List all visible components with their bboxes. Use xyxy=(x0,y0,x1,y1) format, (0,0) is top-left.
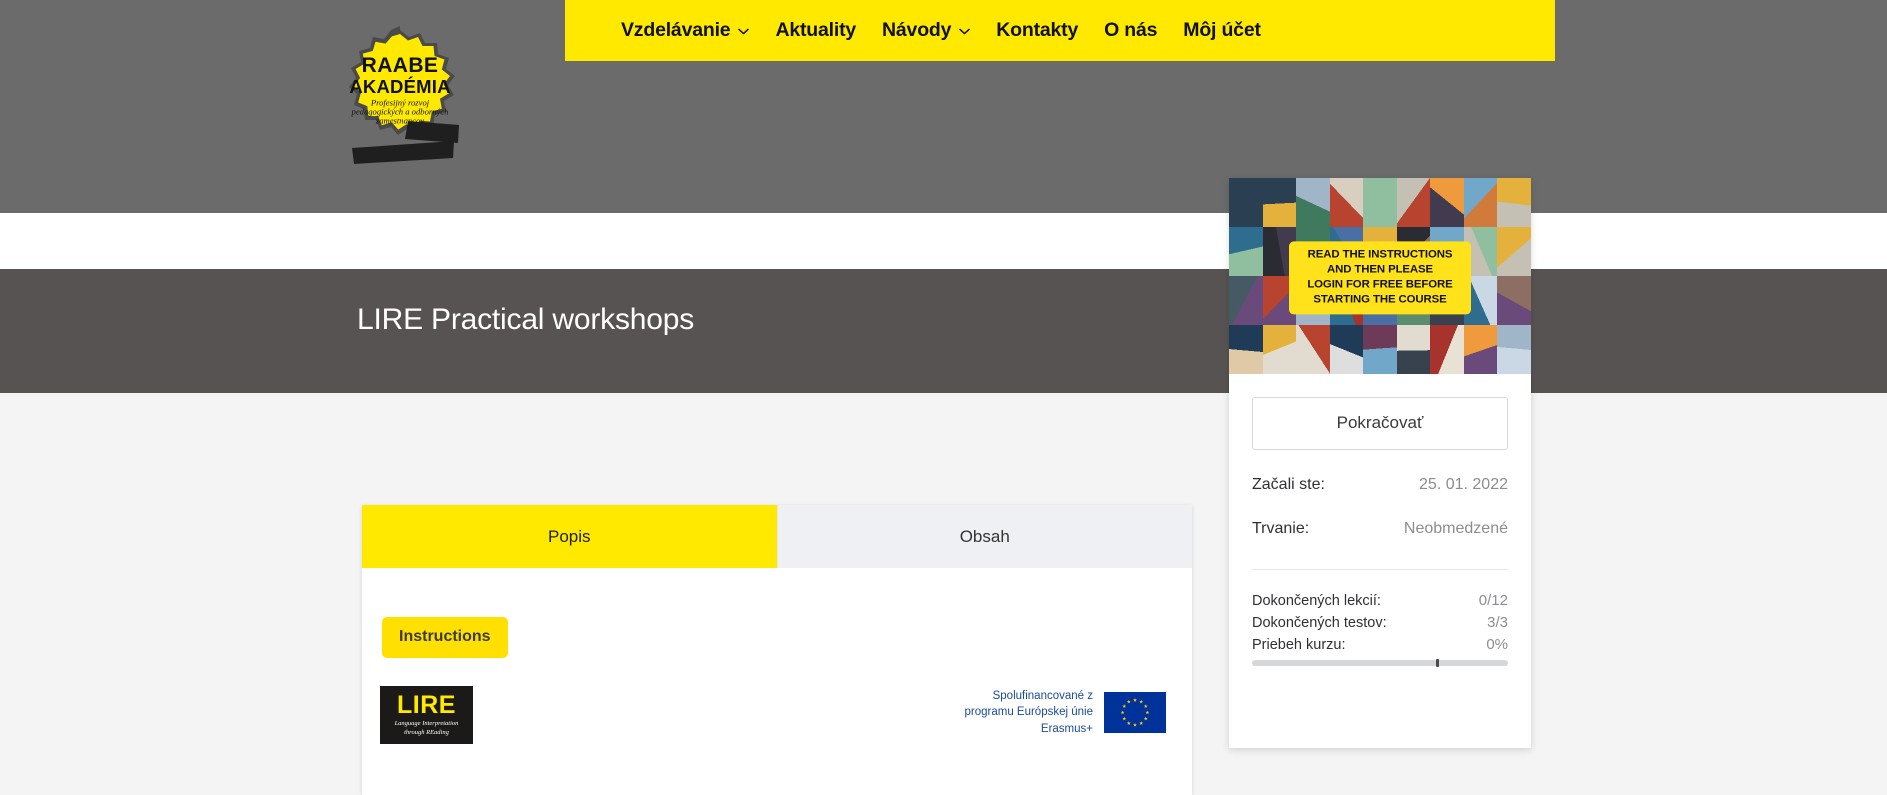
course-progress-stats: Dokončených lekcií: 0/12 Dokončených tes… xyxy=(1252,592,1508,667)
secondary-nav-band xyxy=(0,213,1887,269)
stat-row-progress: Priebeh kurzu: 0% xyxy=(1252,636,1508,653)
lire-subtitle-line-2: through REading xyxy=(404,728,449,736)
svg-text:AKADÉMIA: AKADÉMIA xyxy=(349,76,450,97)
page-title: LIRE Practical workshops xyxy=(357,303,694,336)
sidebar-divider xyxy=(1252,569,1508,570)
lire-logo: LIRE Language Interpretation through REa… xyxy=(380,686,473,744)
european-union-flag-icon xyxy=(1104,691,1166,733)
tab-bar: Popis Obsah xyxy=(362,505,1192,568)
erasmus-funding-text: Spolufinancované z programu Európskej ún… xyxy=(965,688,1094,737)
course-sidebar-card: READ THE INSTRUCTIONS AND THEN PLEASE LO… xyxy=(1229,178,1531,748)
banner-line-4: STARTING THE COURSE xyxy=(1313,293,1447,306)
course-content-card: Popis Obsah Instructions LIRE Language I… xyxy=(362,505,1192,795)
meta-row-start-date: Začali ste: 25. 01. 2022 xyxy=(1252,476,1508,494)
stat-value: 0% xyxy=(1486,636,1508,653)
nav-label: Vzdelávanie xyxy=(621,19,731,41)
course-thumbnail[interactable]: READ THE INSTRUCTIONS AND THEN PLEASE LO… xyxy=(1229,178,1531,374)
nav-item-aktuality[interactable]: Aktuality xyxy=(775,19,856,42)
stat-label: Dokončených lekcií: xyxy=(1252,593,1381,609)
banner-line-3: LOGIN FOR FREE BEFORE xyxy=(1307,278,1453,291)
nav-label: O nás xyxy=(1104,19,1158,41)
stat-label: Dokončených testov: xyxy=(1252,615,1387,631)
erasmus-line-3: Erasmus+ xyxy=(1040,722,1093,735)
meta-label: Trvanie: xyxy=(1252,520,1310,537)
chevron-down-icon xyxy=(738,28,750,35)
page-root: RAABE AKADÉMIA Profesijný rozvoj pedagog… xyxy=(0,0,1887,795)
stat-row-tests: Dokončených testov: 3/3 xyxy=(1252,614,1508,631)
meta-row-duration: Trvanie: Neobmedzené xyxy=(1252,520,1508,538)
tab-label: Obsah xyxy=(959,526,1010,546)
banner-line-2: AND THEN PLEASE xyxy=(1326,263,1434,276)
instructions-button[interactable]: Instructions xyxy=(382,617,508,658)
tab-label: Popis xyxy=(547,526,591,546)
meta-value: Neobmedzené xyxy=(1403,520,1508,537)
erasmus-line-2: programu Európskej únie xyxy=(964,706,1094,719)
nav-item-kontakty[interactable]: Kontakty xyxy=(996,19,1078,42)
erasmus-funding-block: Spolufinancované z programu Európskej ún… xyxy=(965,688,1166,737)
tab-popis[interactable]: Popis xyxy=(362,505,778,568)
banner-line-1: READ THE INSTRUCTIONS xyxy=(1307,248,1453,261)
nav-label: Kontakty xyxy=(996,19,1079,41)
lire-subtitle-line-1: Language Interpretation xyxy=(394,720,459,728)
meta-label: Začali ste: xyxy=(1252,476,1325,493)
sidebar-body: Pokračovať Začali ste: 25. 01. 2022 Trva… xyxy=(1229,374,1531,667)
nav-item-navody[interactable]: Návody xyxy=(882,19,971,42)
tab-obsah[interactable]: Obsah xyxy=(777,505,1192,568)
chevron-down-icon xyxy=(959,28,971,35)
stat-value: 0/12 xyxy=(1478,592,1508,609)
nav-label: Návody xyxy=(882,19,952,41)
nav-item-o-nas[interactable]: O nás xyxy=(1104,19,1157,42)
progress-marker xyxy=(1436,659,1440,667)
erasmus-line-1: Spolufinancované z xyxy=(992,690,1093,702)
thumbnail-banner: READ THE INSTRUCTIONS AND THEN PLEASE LO… xyxy=(1289,241,1471,315)
raabe-akademia-logo[interactable]: RAABE AKADÉMIA Profesijný rozvoj pedagog… xyxy=(332,24,468,176)
meta-value: 25. 01. 2022 xyxy=(1419,476,1508,493)
nav-item-vzdelavanie[interactable]: Vzdelávanie xyxy=(621,19,750,42)
svg-text:RAABE: RAABE xyxy=(362,54,439,77)
lire-logo-word: LIRE xyxy=(397,691,456,720)
nav-item-moj-ucet[interactable]: Môj účet xyxy=(1183,19,1261,42)
nav-label: Môj účet xyxy=(1183,19,1261,41)
stat-label: Priebeh kurzu: xyxy=(1252,637,1346,653)
page-title-band xyxy=(0,269,1887,393)
stat-row-lessons: Dokončených lekcií: 0/12 xyxy=(1252,592,1508,609)
main-navigation: Vzdelávanie Aktuality Návody Kontakty O … xyxy=(565,0,1555,61)
nav-label: Aktuality xyxy=(775,19,857,41)
continue-button[interactable]: Pokračovať xyxy=(1252,397,1508,450)
tab-panel-popis: Instructions LIRE Language Interpretatio… xyxy=(362,568,1192,795)
lire-logo-subtitle: Language Interpretation through REading xyxy=(395,720,459,737)
course-progress-bar xyxy=(1252,659,1508,667)
stat-value: 3/3 xyxy=(1487,614,1508,631)
